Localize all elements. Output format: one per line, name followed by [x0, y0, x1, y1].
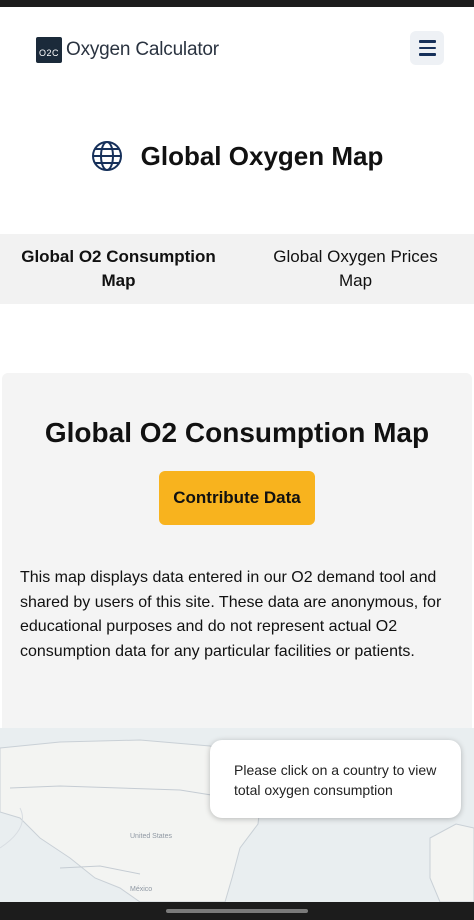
map-tabs: Global O2 Consumption Map Global Oxygen … [0, 234, 474, 304]
logo[interactable]: O2C Oxygen Calculator [36, 37, 219, 63]
map-info-tooltip: Please click on a country to view total … [210, 740, 461, 818]
tab-consumption-map[interactable]: Global O2 Consumption Map [0, 234, 237, 304]
menu-icon-bar [418, 46, 436, 50]
site-header: O2C Oxygen Calculator [0, 7, 474, 97]
system-navigation-bar [0, 902, 474, 920]
home-gesture-handle[interactable] [166, 909, 308, 913]
map-label-us: United States [130, 833, 173, 840]
consumption-section: Global O2 Consumption Map Contribute Dat… [2, 373, 472, 728]
page-heading: Global Oxygen Map [0, 130, 474, 182]
hamburger-menu-button[interactable] [410, 31, 444, 65]
menu-icon-bar [418, 40, 436, 43]
page-title: Global Oxygen Map [140, 140, 384, 171]
menu-icon-bar [418, 53, 436, 56]
logo-text: Oxygen Calculator [66, 39, 219, 60]
globe-icon [91, 141, 122, 171]
map-label-mexico: México [130, 886, 152, 893]
logo-mark: O2C [36, 37, 62, 63]
tab-prices-map[interactable]: Global Oxygen Prices Map [237, 234, 474, 304]
world-map[interactable]: United States México Please click on a c… [0, 728, 474, 902]
section-description: This map displays data entered in our O2… [20, 569, 442, 660]
status-bar [0, 0, 474, 7]
section-title: Global O2 Consumption Map [44, 417, 430, 448]
contribute-data-button[interactable]: Contribute Data [159, 471, 315, 525]
